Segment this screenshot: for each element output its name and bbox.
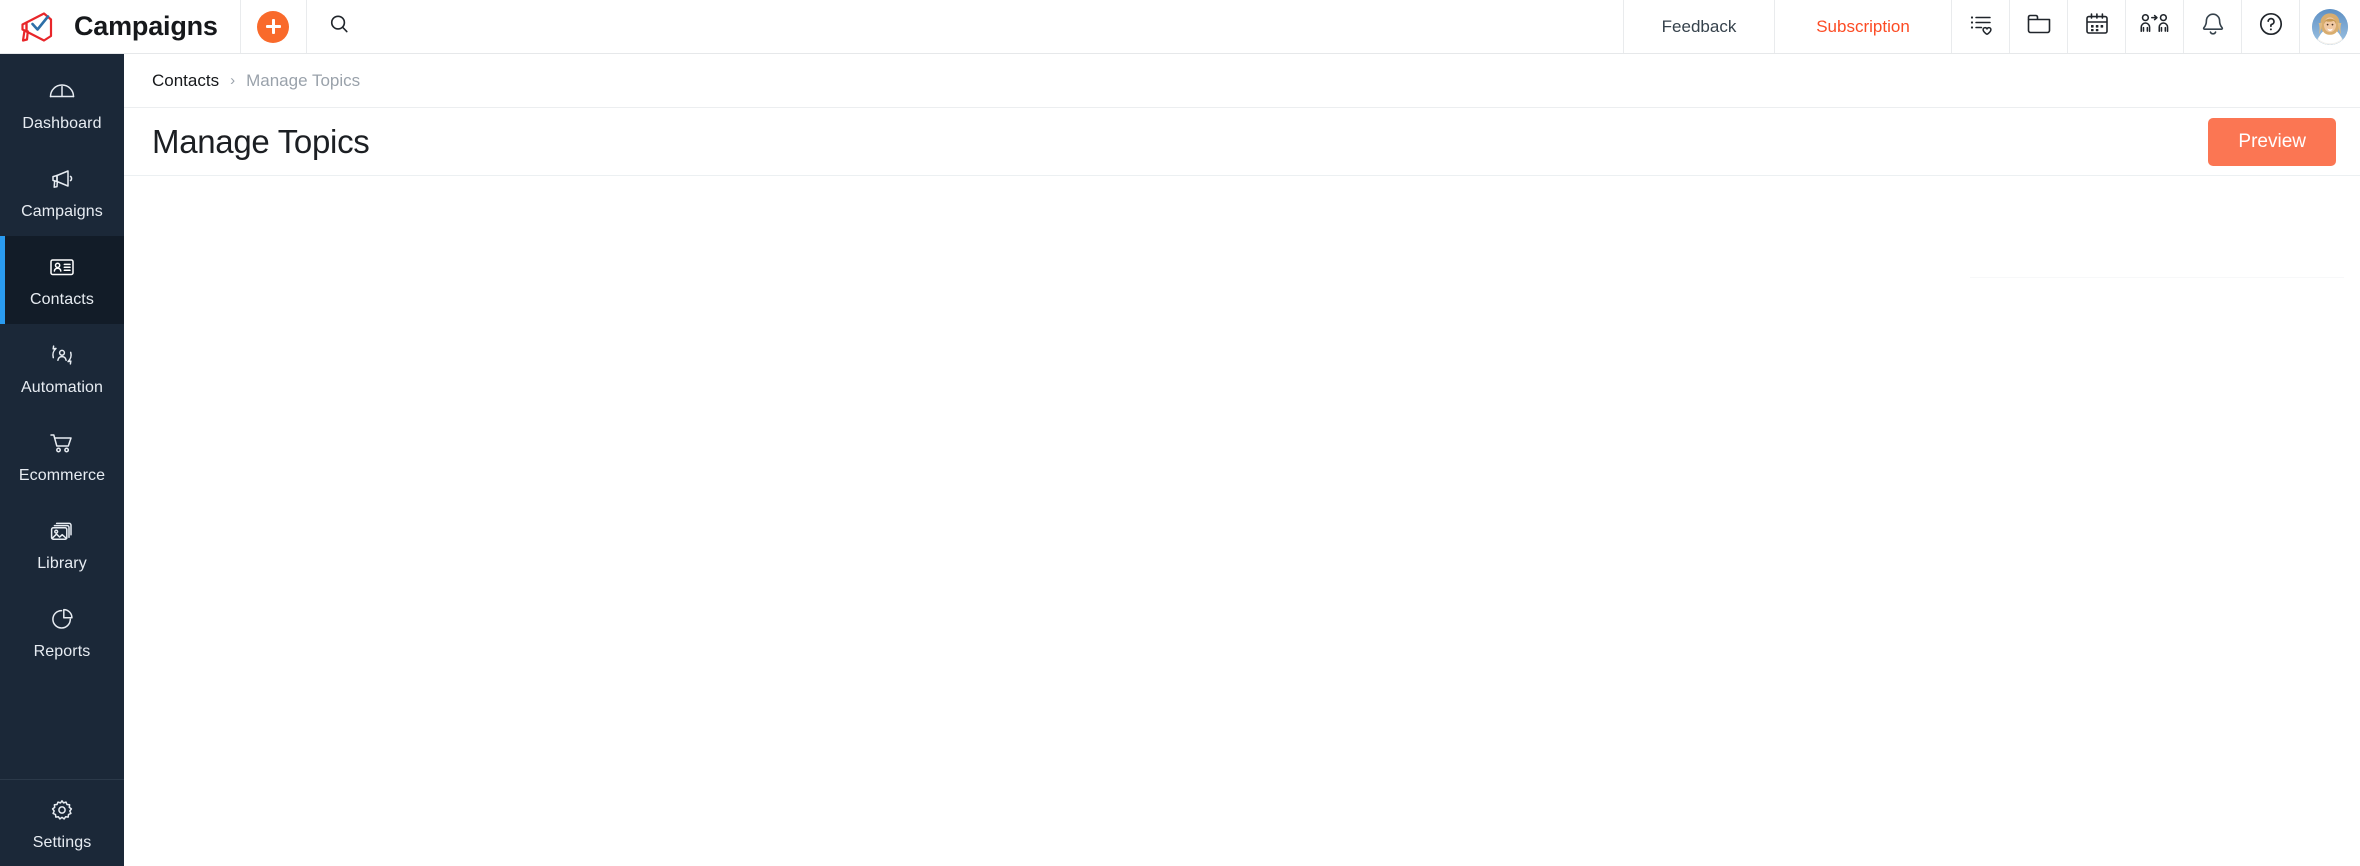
pie-chart-icon bbox=[45, 604, 79, 634]
bell-icon bbox=[2200, 11, 2226, 42]
notifications-button[interactable] bbox=[2184, 0, 2241, 53]
topics-content-area bbox=[124, 176, 2360, 865]
main-content: Contacts › Manage Topics Manage Topics P… bbox=[124, 54, 2360, 866]
calendar-icon bbox=[2084, 11, 2110, 42]
user-avatar-button[interactable] bbox=[2300, 0, 2360, 53]
help-circle-icon bbox=[2258, 11, 2284, 42]
content-divider bbox=[1970, 277, 2344, 278]
sidebar-item-settings[interactable]: Settings bbox=[0, 780, 124, 866]
brand[interactable]: Campaigns bbox=[0, 0, 240, 53]
invite-users-button[interactable] bbox=[2126, 0, 2183, 53]
subscription-link[interactable]: Subscription bbox=[1775, 0, 1951, 53]
sidebar-item-reports[interactable]: Reports bbox=[0, 588, 124, 676]
header-spacer bbox=[372, 0, 1623, 53]
dashboard-gauge-icon bbox=[45, 76, 79, 106]
sidebar-nav: Dashboard Campaigns Contacts Automation … bbox=[0, 54, 124, 676]
calendar-button[interactable] bbox=[2068, 0, 2125, 53]
sidebar-item-automation[interactable]: Automation bbox=[0, 324, 124, 412]
feedback-link[interactable]: Feedback bbox=[1624, 0, 1774, 53]
help-button[interactable] bbox=[2242, 0, 2299, 53]
breadcrumb: Contacts › Manage Topics bbox=[124, 54, 2360, 108]
image-library-icon bbox=[45, 516, 79, 546]
brand-title: Campaigns bbox=[74, 11, 218, 41]
sidebar: Dashboard Campaigns Contacts Automation … bbox=[0, 54, 124, 866]
add-button-cell[interactable] bbox=[241, 0, 306, 53]
app-root: Campaigns Feedback Subscription Dashboar… bbox=[0, 0, 2360, 866]
search-button[interactable] bbox=[307, 0, 372, 53]
page-title: Manage Topics bbox=[152, 122, 370, 160]
gear-icon bbox=[45, 795, 79, 825]
sidebar-item-campaigns[interactable]: Campaigns bbox=[0, 148, 124, 236]
search-icon bbox=[328, 13, 351, 41]
sidebar-item-label: Dashboard bbox=[22, 114, 102, 132]
sidebar-item-label: Campaigns bbox=[21, 202, 103, 220]
page-header: Manage Topics Preview bbox=[124, 108, 2360, 176]
sidebar-item-dashboard[interactable]: Dashboard bbox=[0, 60, 124, 148]
sidebar-item-label: Ecommerce bbox=[18, 466, 106, 484]
sidebar-bottom-nav: Settings bbox=[0, 779, 124, 866]
sidebar-item-label: Settings bbox=[32, 833, 92, 851]
invite-users-icon bbox=[2140, 11, 2169, 42]
preview-button[interactable]: Preview bbox=[2208, 117, 2336, 166]
breadcrumb-separator-icon: › bbox=[230, 72, 236, 89]
sidebar-item-contacts[interactable]: Contacts bbox=[0, 236, 124, 324]
add-button[interactable] bbox=[257, 10, 290, 43]
folders-button[interactable] bbox=[2010, 0, 2067, 53]
sidebar-item-label: Reports bbox=[33, 642, 91, 660]
user-avatar bbox=[2312, 8, 2348, 45]
megaphone-logo-icon bbox=[18, 10, 60, 44]
sidebar-item-library[interactable]: Library bbox=[0, 500, 124, 588]
sidebar-item-label: Library bbox=[37, 554, 87, 572]
list-heart-icon bbox=[1968, 11, 1994, 42]
megaphone-icon bbox=[45, 164, 79, 194]
automation-user-cycle-icon bbox=[45, 340, 79, 370]
breadcrumb-current: Manage Topics bbox=[246, 70, 361, 90]
sidebar-item-ecommerce[interactable]: Ecommerce bbox=[0, 412, 124, 500]
favourite-lists-button[interactable] bbox=[1952, 0, 2009, 53]
sidebar-item-label: Contacts bbox=[30, 290, 94, 308]
sidebar-item-label: Automation bbox=[21, 378, 103, 396]
contact-card-icon bbox=[45, 252, 79, 282]
top-header: Campaigns Feedback Subscription bbox=[0, 0, 2360, 54]
breadcrumb-parent[interactable]: Contacts bbox=[152, 71, 219, 91]
shopping-cart-icon bbox=[45, 428, 79, 458]
folder-icon bbox=[2026, 11, 2052, 42]
